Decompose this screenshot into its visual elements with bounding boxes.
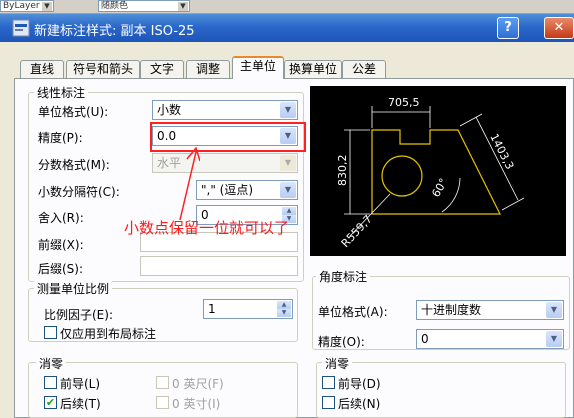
angular-precision-select[interactable]: 0 ▼ [416,329,564,349]
background-toolbar [0,0,574,14]
unit-format-select[interactable]: 小数 ▼ [152,100,298,120]
dim-radius-text: R559,7 [339,213,375,250]
trailing-zero-label: 后续(T) [60,397,101,411]
title-bar[interactable]: 新建标注样式: 副本 ISO-25 ? ✕ [0,14,574,42]
tab-symbols-arrows[interactable]: 符号和箭头 [66,60,140,78]
angular-group-label: 角度标注 [316,268,371,285]
zero-feet-checkbox[interactable] [156,376,169,389]
suffix-input[interactable] [140,256,298,276]
chevron-down-icon: ▼ [280,182,296,198]
tab-text[interactable]: 文字 [140,60,184,78]
app-icon [12,19,30,37]
precision-label: 精度(P): [38,131,83,145]
dim-left-text: 830,2 [336,155,349,187]
fraction-format-label: 分数格式(M): [38,158,110,172]
chevron-down-icon: ▼ [178,2,188,11]
spin-down-icon[interactable]: ▼ [277,309,291,317]
dimension-preview: 705,5 830,2 1403,3 60° R559,7 [310,86,566,256]
angular-precision-value: 0 [421,332,429,346]
zero-inches-label: 0 英寸(I) [172,397,221,411]
layout-only-label: 仅应用到布局标注 [60,327,157,341]
chevron-down-icon: ▼ [280,102,296,118]
scale-factor-input[interactable]: 1 ▲ ▼ [203,299,293,319]
layer-combo-value: ByLayer [3,1,40,11]
scale-factor-spinner[interactable]: ▲ ▼ [277,301,291,317]
chevron-down-icon: ▼ [546,302,562,318]
prefix-label: 前缀(X): [38,238,84,252]
layer-combo[interactable]: ByLayer ▼ [0,0,54,12]
angular-unit-format-value: 十进制度数 [421,303,482,317]
unit-format-value: 小数 [157,103,182,117]
spin-up-icon[interactable]: ▲ [277,301,291,309]
leading-zero-label: 前导(L) [60,377,101,391]
dim-right-text: 1403,3 [487,131,516,171]
dim-angle-text: 60° [429,176,450,199]
zero-linear-label: 消零 [36,355,67,372]
tab-fit[interactable]: 调整 [186,60,230,78]
layout-only-checkbox[interactable] [44,326,57,339]
tab-tolerances[interactable]: 公差 [342,60,386,78]
fraction-format-select[interactable]: 水平 ▼ [152,153,298,173]
linear-group-label: 线性标注 [34,84,89,101]
scale-group-label: 测量单位比例 [34,280,113,297]
angular-leading-checkbox[interactable] [322,376,335,389]
scale-factor-value: 1 [208,302,216,316]
color-combo-value: 随颜色 [101,1,129,11]
tab-lines[interactable]: 直线 [20,60,64,78]
suffix-label: 后缀(S): [38,262,84,276]
chevron-down-icon: ▼ [42,2,52,11]
preview-circle [381,155,423,197]
tab-alternate-units[interactable]: 换算单位 [284,60,342,78]
angular-trailing-checkbox[interactable] [322,396,335,409]
dim-top-text: 705,5 [388,96,420,109]
decimal-separator-select[interactable]: "," (逗点) ▼ [196,180,298,200]
help-button[interactable]: ? [497,17,519,39]
annotation-text: 小数点保留一位就可以了 [124,219,290,237]
preview-shape [371,129,501,215]
leading-zero-checkbox[interactable] [44,376,57,389]
chevron-down-icon: ▼ [546,331,562,347]
spin-up-icon[interactable]: ▲ [282,207,296,215]
unit-format-label: 单位格式(U): [38,105,109,119]
trailing-zero-checkbox[interactable]: ✔ [44,396,57,409]
decimal-separator-label: 小数分隔符(C): [38,185,120,199]
angular-trailing-label: 后续(N) [338,397,381,411]
angular-precision-label: 精度(O): [318,335,365,349]
decimal-separator-value: "," (逗点) [201,183,254,197]
zero-feet-label: 0 英尺(F) [172,377,224,391]
tab-primary-units[interactable]: 主单位 [232,56,284,79]
annotation-arrow [179,146,200,221]
window-title: 新建标注样式: 副本 ISO-25 [34,24,195,39]
chevron-down-icon: ▼ [280,155,296,171]
preview-drawing: 705,5 830,2 1403,3 60° R559,7 [336,96,525,250]
angular-leading-label: 前导(D) [338,377,381,391]
zero-inches-checkbox[interactable] [156,396,169,409]
highlight-box [150,122,306,152]
color-combo[interactable]: 随颜色 ▼ [98,0,190,12]
zero-angular-label: 消零 [322,355,353,372]
scale-factor-label: 比例因子(E): [44,308,113,322]
angular-unit-format-label: 单位格式(A): [318,305,388,319]
close-button[interactable]: ✕ [544,17,574,39]
angular-unit-format-select[interactable]: 十进制度数 ▼ [416,300,564,320]
round-off-label: 舍入(R): [38,211,84,225]
